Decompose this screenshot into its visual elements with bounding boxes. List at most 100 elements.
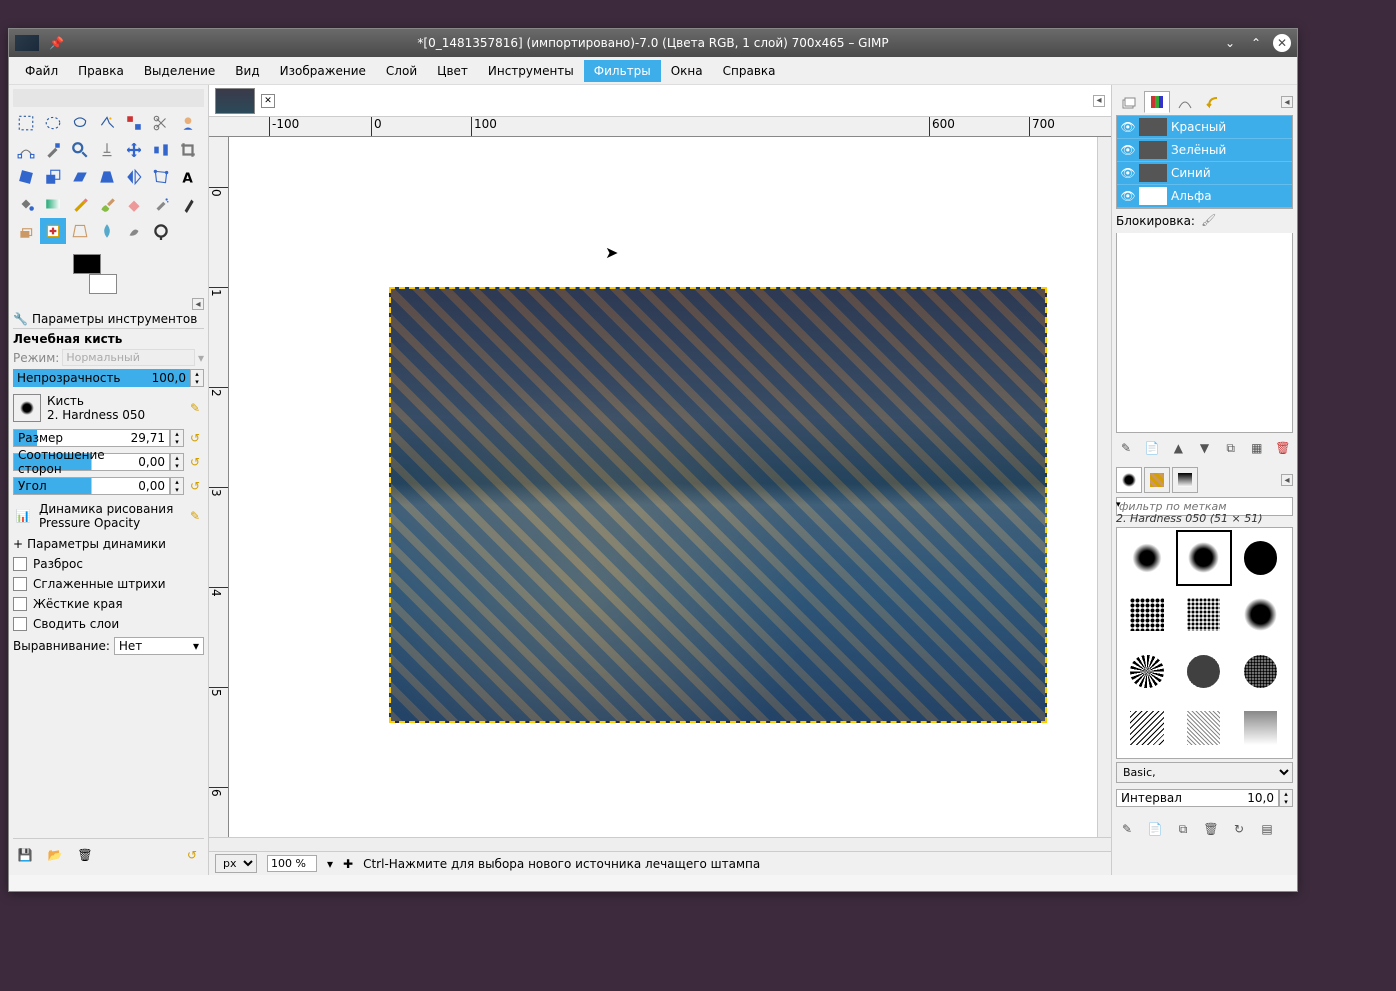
brush-preview[interactable] — [13, 394, 41, 422]
refresh-brush-button[interactable]: ↻ — [1228, 818, 1250, 840]
channel-red[interactable]: 👁Красный — [1117, 116, 1292, 139]
brush-cell[interactable] — [1119, 644, 1175, 700]
brush-cell[interactable] — [1176, 530, 1232, 586]
brush-cell[interactable] — [1119, 587, 1175, 643]
vertical-scrollbar[interactable] — [1097, 137, 1111, 837]
cb-scatter[interactable]: Разброс — [13, 554, 204, 574]
brush-cell[interactable] — [1233, 700, 1289, 756]
tool-cage[interactable] — [148, 164, 174, 190]
tool-ellipse-select[interactable] — [40, 110, 66, 136]
delete-channel-button[interactable]: 🗑 — [1273, 437, 1293, 459]
menu-select[interactable]: Выделение — [134, 60, 225, 82]
undo-tab[interactable] — [1200, 91, 1226, 113]
save-preset-button[interactable]: 💾 — [13, 843, 37, 867]
tool-crop[interactable] — [175, 137, 201, 163]
tool-paths[interactable] — [13, 137, 39, 163]
brush-cell[interactable] — [1233, 644, 1289, 700]
tool-perspective[interactable] — [94, 164, 120, 190]
brush-cell[interactable] — [1289, 700, 1293, 756]
tool-blend[interactable] — [40, 191, 66, 217]
tool-pencil[interactable] — [67, 191, 93, 217]
fg-color[interactable] — [73, 254, 101, 274]
dynamics-expander[interactable]: +Параметры динамики — [13, 534, 204, 554]
brush-cell[interactable] — [1119, 530, 1175, 586]
tool-align[interactable] — [148, 137, 174, 163]
cb-smooth[interactable]: Сглаженные штрихи — [13, 574, 204, 594]
menu-layer[interactable]: Слой — [376, 60, 427, 82]
new-brush-button[interactable]: 📄 — [1144, 818, 1166, 840]
zoom-dropdown-icon[interactable]: ▾ — [327, 857, 333, 871]
angle-reset-icon[interactable]: ↺ — [186, 477, 204, 495]
to-selection-button[interactable]: ▦ — [1247, 437, 1267, 459]
brush-cell[interactable] — [1176, 644, 1232, 700]
aspect-reset-icon[interactable]: ↺ — [186, 453, 204, 471]
tool-color-picker[interactable] — [40, 137, 66, 163]
opacity-spinner[interactable]: ▴▾ — [190, 369, 204, 387]
tool-bucket[interactable] — [13, 191, 39, 217]
tool-scale[interactable] — [40, 164, 66, 190]
eye-icon[interactable]: 👁 — [1121, 143, 1135, 157]
tool-flip[interactable] — [121, 164, 147, 190]
collapse-arrow-icon[interactable]: ◂ — [192, 298, 204, 310]
tool-text[interactable]: A — [175, 164, 201, 190]
tool-eraser[interactable] — [121, 191, 147, 217]
open-as-image-button[interactable]: ▤ — [1256, 818, 1278, 840]
image-thumb[interactable] — [215, 88, 255, 114]
menu-colors[interactable]: Цвет — [427, 60, 478, 82]
tool-heal[interactable] — [40, 218, 66, 244]
menu-windows[interactable]: Окна — [661, 60, 713, 82]
brush-cell[interactable] — [1289, 530, 1293, 586]
eye-icon[interactable]: 👁 — [1121, 166, 1135, 180]
channel-alpha[interactable]: 👁Альфа — [1117, 185, 1292, 208]
tool-move[interactable] — [121, 137, 147, 163]
size-spinner[interactable]: ▴▾ — [170, 429, 184, 447]
close-image-button[interactable]: ✕ — [261, 94, 275, 108]
new-channel-button[interactable]: 📄 — [1142, 437, 1162, 459]
tool-blur[interactable] — [94, 218, 120, 244]
cb-hard[interactable]: Жёсткие края — [13, 594, 204, 614]
delete-preset-button[interactable]: 🗑 — [73, 843, 97, 867]
menu-edit[interactable]: Правка — [68, 60, 134, 82]
interval-spinner[interactable]: ▴▾ — [1279, 789, 1293, 807]
interval-slider[interactable]: Интервал10,0 ▴▾ — [1116, 788, 1293, 808]
units-select[interactable]: px — [215, 854, 257, 873]
tool-color-select[interactable] — [121, 110, 147, 136]
tool-scissors[interactable] — [148, 110, 174, 136]
tool-rect-select[interactable] — [13, 110, 39, 136]
bg-color[interactable] — [89, 274, 117, 294]
angle-spinner[interactable]: ▴▾ — [170, 477, 184, 495]
brush-cell[interactable] — [1176, 700, 1232, 756]
restore-preset-button[interactable]: 📂 — [43, 843, 67, 867]
lock-brush-icon[interactable]: 🖌 — [1201, 213, 1217, 229]
duplicate-brush-button[interactable]: ⧉ — [1172, 818, 1194, 840]
dynamics-edit-icon[interactable]: ✎ — [186, 507, 204, 525]
brush-cell[interactable] — [1119, 700, 1175, 756]
edit-channel-button[interactable]: ✎ — [1116, 437, 1136, 459]
aspect-spinner[interactable]: ▴▾ — [170, 453, 184, 471]
channel-green[interactable]: 👁Зелёный — [1117, 139, 1292, 162]
mode-dropdown-icon[interactable]: ▾ — [198, 351, 204, 365]
paths-tab[interactable] — [1172, 91, 1198, 113]
tool-fuzzy-select[interactable] — [94, 110, 120, 136]
size-reset-icon[interactable]: ↺ — [186, 429, 204, 447]
channels-tab[interactable] — [1144, 91, 1170, 113]
brush-cell[interactable] — [1176, 587, 1232, 643]
opacity-slider[interactable]: Непрозрачность100,0 ▴▾ — [13, 368, 204, 388]
tool-perspective-clone[interactable] — [67, 218, 93, 244]
mode-select[interactable]: Нормальный — [62, 349, 195, 366]
fg-bg-colors[interactable] — [73, 254, 117, 294]
gradients-tab[interactable] — [1172, 467, 1198, 493]
minimize-button[interactable]: ⌄ — [1221, 34, 1239, 52]
brush-preset-select[interactable]: Basic, — [1116, 762, 1293, 783]
brush-edit-icon[interactable]: ✎ — [186, 399, 204, 417]
canvas-viewport[interactable] — [229, 137, 1097, 837]
tool-dodge[interactable] — [148, 218, 174, 244]
collapse-arrow-icon[interactable]: ◂ — [1093, 95, 1105, 107]
menu-filters[interactable]: Фильтры — [584, 60, 661, 82]
edit-brush-button[interactable]: ✎ — [1116, 818, 1138, 840]
duplicate-channel-button[interactable]: ⧉ — [1221, 437, 1241, 459]
canvas-image[interactable] — [389, 287, 1047, 723]
raise-channel-button[interactable]: ▲ — [1168, 437, 1188, 459]
brushes-tab[interactable] — [1116, 467, 1142, 493]
horizontal-scrollbar[interactable] — [209, 837, 1111, 851]
